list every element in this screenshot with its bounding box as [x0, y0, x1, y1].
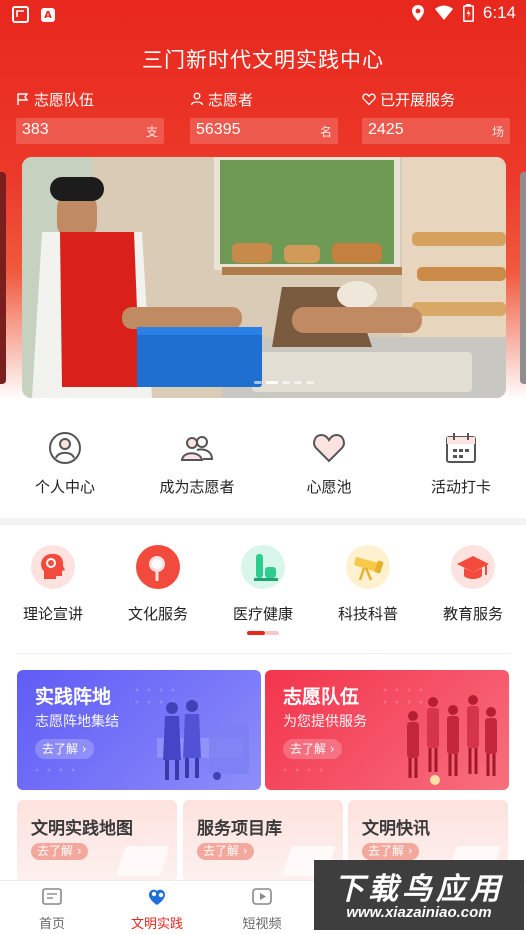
tab-label: 短视频 [242, 917, 282, 932]
stat-label: 志愿者 [208, 90, 254, 109]
carousel-dot[interactable] [254, 381, 262, 384]
telescope-icon [346, 545, 390, 589]
quick-item-personal-center[interactable]: 个人中心 [10, 430, 120, 497]
quick-item-label: 个人中心 [34, 478, 95, 496]
card-title: 文明快讯 [362, 819, 430, 839]
card-title: 文明实践地图 [31, 819, 133, 839]
personal-center-icon [49, 432, 81, 464]
banner-prev-peek [0, 172, 6, 384]
heart-icon [362, 93, 376, 106]
quick-item-label: 成为志愿者 [159, 478, 235, 496]
category-science[interactable]: 科技科普 [318, 545, 418, 624]
meeting-people-illustration [157, 700, 249, 780]
tab-home[interactable]: 首页 [12, 887, 92, 932]
video-icon [252, 888, 272, 905]
category-health[interactable]: 医疗健康 [213, 545, 313, 624]
carousel-indicator [254, 381, 314, 384]
section-divider [0, 518, 526, 525]
card-title: 实践阵地 [35, 686, 112, 708]
category-label: 教育服务 [442, 605, 503, 623]
card-practice-base[interactable]: 实践阵地 志愿阵地集结 去了解 › [17, 670, 261, 790]
watermark-title: 下载鸟应用 [334, 872, 504, 907]
category-label: 文化服务 [127, 605, 188, 623]
carousel-dot[interactable] [282, 381, 290, 384]
card-subtitle: 为您提供服务 [283, 714, 367, 730]
tab-label: 文明实践 [130, 917, 183, 932]
quick-item-label: 心愿池 [306, 478, 352, 496]
carousel-dot-active[interactable] [266, 381, 278, 384]
card-practice-map[interactable]: 文明实践地图 去了解 › [17, 800, 177, 882]
stat-value: 2425 [368, 121, 404, 138]
banner-carousel[interactable] [22, 157, 506, 398]
stat-volunteers: 志愿者 56395 名 [190, 88, 338, 144]
wifi-icon [434, 5, 453, 20]
quick-item-become-volunteer[interactable]: 成为志愿者 [142, 430, 252, 497]
battery-icon [462, 4, 474, 22]
tab-label: 首页 [38, 917, 65, 932]
stat-unit: 场 [491, 125, 504, 139]
card-title: 服务项目库 [197, 819, 282, 839]
stat-label: 已开展服务 [380, 90, 456, 109]
flask-icon [241, 545, 285, 589]
heart-outline-icon [313, 433, 345, 463]
quick-item-label: 活动打卡 [430, 478, 491, 496]
stat-label: 志愿队伍 [34, 90, 95, 109]
category-education[interactable]: 教育服务 [423, 545, 523, 624]
banner-next-peek [520, 172, 526, 384]
head-brain-icon [31, 545, 75, 589]
volunteers-icon [180, 436, 214, 461]
location-icon [411, 5, 424, 21]
category-label: 科技科普 [337, 605, 398, 623]
learn-more-button[interactable]: 去了解 › [35, 739, 94, 759]
learn-more-button[interactable]: 去了解 › [362, 843, 419, 860]
stat-unit: 名 [319, 125, 332, 139]
card-volunteer-teams[interactable]: 志愿队伍 为您提供服务 去了解 › [265, 670, 509, 790]
category-label: 理论宣讲 [22, 605, 83, 623]
calendar-icon [446, 433, 476, 463]
quick-nav: 个人中心 成为志愿者 心愿池 活动打卡 [0, 430, 526, 510]
carousel-dot[interactable] [294, 381, 302, 384]
status-bar: A 6:14 [0, 0, 526, 30]
carousel-dot[interactable] [306, 381, 314, 384]
learn-more-button[interactable]: 去了解 › [31, 843, 88, 860]
banner-photo [22, 157, 506, 398]
category-label: 医疗健康 [232, 605, 293, 623]
magnifier-icon [136, 545, 180, 589]
home-icon [42, 888, 62, 905]
practice-icon [149, 889, 165, 905]
learn-more-button[interactable]: 去了解 › [197, 843, 254, 860]
watermark: 下载鸟应用 www.xiazainiao.com [314, 860, 524, 930]
tab-short-video[interactable]: 短视频 [222, 887, 302, 932]
category-theory[interactable]: 理论宣讲 [3, 545, 103, 624]
stat-teams: 志愿队伍 383 支 [16, 88, 164, 144]
divider [16, 653, 510, 654]
card-decoration [116, 846, 170, 876]
graduation-cap-icon [451, 545, 495, 589]
flag-icon [17, 93, 29, 105]
watermark-url: www.xiazainiao.com [346, 904, 492, 921]
quick-item-check-in[interactable]: 活动打卡 [406, 430, 516, 497]
quick-item-wish-pool[interactable]: 心愿池 [274, 430, 384, 497]
app-a-icon: A [41, 8, 55, 22]
volunteer-group-illustration [407, 695, 497, 785]
learn-more-button[interactable]: 去了解 › [283, 739, 342, 759]
card-title: 志愿队伍 [283, 686, 360, 708]
tab-civilization-practice[interactable]: 文明实践 [117, 887, 197, 932]
card-subtitle: 志愿阵地集结 [35, 714, 119, 730]
stat-value: 383 [22, 121, 49, 138]
stat-services: 已开展服务 2425 场 [362, 88, 510, 144]
notification-icon [12, 6, 29, 23]
category-culture[interactable]: 文化服务 [108, 545, 208, 624]
stat-value: 56395 [196, 121, 241, 138]
stat-unit: 支 [145, 125, 158, 139]
page-title: 三门新时代文明实践中心 [142, 48, 384, 72]
person-icon [190, 92, 204, 106]
category-page-indicator [247, 631, 279, 635]
clock: 6:14 [482, 3, 516, 22]
